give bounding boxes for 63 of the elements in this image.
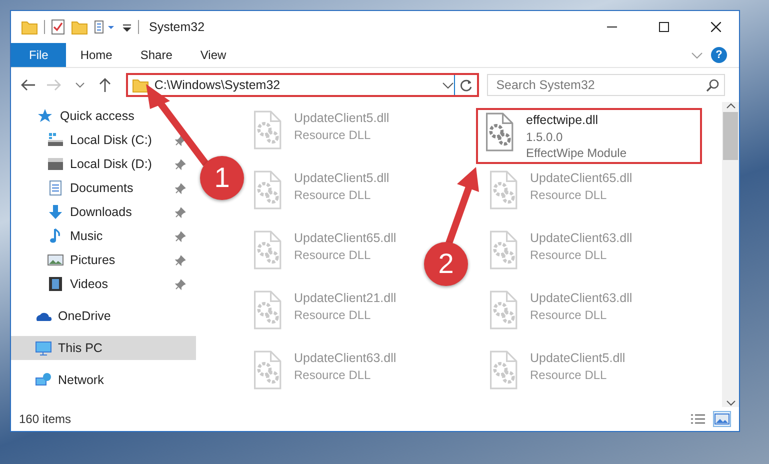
file-name: UpdateClient63.dll bbox=[530, 230, 632, 247]
drive-icon bbox=[47, 156, 64, 172]
file-name: UpdateClient5.dll bbox=[294, 110, 390, 127]
network-icon bbox=[35, 372, 52, 388]
file-item[interactable]: effectwipe.dll 1.5.0.0 EffectWipe Module bbox=[476, 108, 702, 164]
sidebar-item[interactable]: OneDrive bbox=[11, 304, 196, 328]
file-detail: Resource DLL bbox=[530, 187, 608, 203]
sidebar-item[interactable]: Music bbox=[11, 224, 196, 248]
monitor-icon bbox=[35, 340, 52, 356]
large-icons-view-icon bbox=[714, 413, 730, 425]
ribbon-tab[interactable]: File bbox=[11, 43, 66, 67]
refresh-icon[interactable] bbox=[459, 78, 474, 92]
download-arrow-icon bbox=[47, 204, 64, 220]
file-detail: EffectWipe Module bbox=[526, 145, 626, 161]
file-detail: Resource DLL bbox=[530, 367, 608, 383]
details-view-icon bbox=[690, 413, 706, 425]
sidebar-item[interactable]: Pictures bbox=[11, 248, 196, 272]
sidebar-item[interactable]: Documents bbox=[11, 176, 196, 200]
ribbon-tab[interactable]: View bbox=[186, 43, 240, 67]
sidebar-item[interactable]: Quick access bbox=[11, 104, 196, 128]
back-arrow-icon[interactable] bbox=[20, 77, 36, 93]
sidebar-item[interactable]: This PC bbox=[11, 336, 196, 360]
scroll-down-icon[interactable] bbox=[726, 399, 736, 407]
item-count: 160 items bbox=[19, 412, 72, 426]
window-title: System32 bbox=[149, 20, 206, 34]
folder-icon bbox=[132, 77, 150, 93]
sidebar-item[interactable]: Videos bbox=[11, 272, 196, 296]
file-name: UpdateClient65.dll bbox=[530, 170, 632, 187]
file-name: UpdateClient63.dll bbox=[294, 350, 396, 367]
file-name: UpdateClient5.dll bbox=[294, 170, 390, 187]
drive-icon bbox=[47, 132, 64, 148]
file-detail: Resource DLL bbox=[294, 127, 372, 143]
picture-icon bbox=[47, 252, 64, 268]
sidebar-item[interactable]: Network bbox=[11, 368, 196, 392]
sidebar-item[interactable]: Local Disk (C:) bbox=[11, 128, 196, 152]
file-detail: Resource DLL bbox=[294, 247, 372, 263]
film-icon bbox=[47, 276, 64, 292]
file-name: UpdateClient21.dll bbox=[294, 290, 396, 307]
checklist-icon[interactable] bbox=[51, 19, 65, 35]
file-detail: Resource DLL bbox=[294, 307, 372, 323]
close-icon[interactable] bbox=[711, 22, 721, 32]
address-field[interactable]: C:\Windows\System32 bbox=[126, 73, 480, 97]
scroll-up-icon[interactable] bbox=[726, 102, 736, 110]
file-detail: Resource DLL bbox=[530, 247, 608, 263]
maximize-icon[interactable] bbox=[659, 22, 669, 32]
file-name: UpdateClient63.dll bbox=[530, 290, 632, 307]
sidebar-item[interactable]: Downloads bbox=[11, 200, 196, 224]
file-name: UpdateClient65.dll bbox=[294, 230, 396, 247]
ribbon-tab[interactable]: Share bbox=[126, 43, 186, 67]
file-name: effectwipe.dll bbox=[526, 112, 600, 129]
file-detail: Resource DLL bbox=[294, 367, 372, 383]
ribbon-tab[interactable]: Home bbox=[66, 43, 126, 67]
scroll-thumb[interactable] bbox=[723, 112, 738, 160]
file-name: UpdateClient5.dll bbox=[530, 350, 626, 367]
properties-icon[interactable] bbox=[94, 19, 116, 35]
file-detail: Resource DLL bbox=[530, 307, 608, 323]
document-icon bbox=[47, 180, 64, 196]
dropdown-icon[interactable] bbox=[122, 22, 132, 32]
help-button[interactable]: ? bbox=[711, 47, 727, 63]
file-detail: Resource DLL bbox=[294, 187, 372, 203]
star-icon bbox=[37, 108, 54, 124]
file-detail: 1.5.0.0 bbox=[526, 129, 564, 145]
sidebar-item[interactable]: Local Disk (D:) bbox=[11, 152, 196, 176]
